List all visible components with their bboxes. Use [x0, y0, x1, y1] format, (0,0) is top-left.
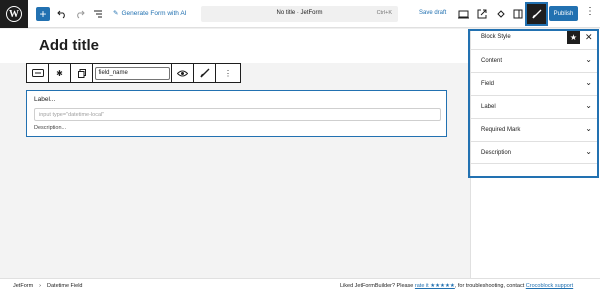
visibility-eye-icon[interactable]	[172, 64, 194, 82]
undo-icon[interactable]	[57, 6, 67, 22]
magic-wand-icon: ✎	[113, 10, 119, 17]
save-draft-button[interactable]: Save draft	[419, 10, 446, 16]
settings-sidebar-icon[interactable]	[513, 6, 523, 22]
field-name-cell: field_name	[93, 64, 172, 82]
datetime-input[interactable]: input type="datetime-local"	[34, 108, 441, 121]
required-asterisk-icon[interactable]: ✱	[49, 64, 71, 82]
chevron-right-icon: ›	[39, 283, 42, 289]
promo-text: Liked JetFormBuilder? Please	[340, 283, 415, 289]
generate-ai-button[interactable]: ✎ Generate Form with AI	[113, 9, 187, 18]
post-title-input[interactable]: Add title	[39, 37, 99, 54]
field-description[interactable]: Description...	[34, 125, 66, 131]
field-name-input[interactable]: field_name	[94, 66, 170, 80]
block-style-brush-button[interactable]	[525, 2, 548, 26]
top-toolbar: W + ✎ Generate Form with AI No title · J…	[0, 0, 600, 28]
datetime-field-block[interactable]: Label... input type="datetime-local" Des…	[26, 90, 447, 137]
sidebar-highlight	[468, 29, 599, 178]
editor-app: W + ✎ Generate Form with AI No title · J…	[0, 0, 600, 292]
command-palette[interactable]: No title · JetForm Ctrl+K	[201, 6, 398, 22]
publish-button[interactable]: Publish	[549, 6, 578, 21]
brush-icon	[531, 9, 541, 19]
breadcrumb-item[interactable]: Datetime Field	[47, 283, 82, 289]
rate-link[interactable]: rate it ★★★★★	[415, 283, 455, 289]
generate-ai-label: Generate Form with AI	[121, 9, 187, 17]
breadcrumb-item[interactable]: JetForm	[13, 283, 33, 289]
support-link[interactable]: Crocoblock support	[526, 283, 573, 289]
field-label[interactable]: Label...	[34, 96, 55, 103]
wordpress-logo-icon[interactable]: W	[0, 0, 28, 28]
copy-icon[interactable]	[71, 64, 93, 82]
breadcrumb: JetForm › Datetime Field	[13, 283, 82, 289]
style-brush-icon[interactable]	[194, 64, 216, 82]
redo-icon[interactable]	[75, 6, 85, 22]
more-options-icon[interactable]: ⋮	[585, 6, 595, 17]
footer-promo: Liked JetFormBuilder? Please rate it ★★★…	[340, 283, 573, 289]
datetime-block-icon[interactable]	[27, 64, 49, 82]
block-toolbar: ✱ field_name ⋮	[26, 63, 241, 83]
document-overview-icon[interactable]	[93, 6, 103, 22]
promo-text: , for troubleshooting, contact	[454, 283, 526, 289]
shortcut-hint: Ctrl+K	[376, 10, 392, 16]
preview-device-icon[interactable]	[458, 6, 469, 22]
editor-canvas: Add title ✱ field_name ⋮ Label... input	[0, 29, 470, 278]
block-options-icon[interactable]: ⋮	[216, 64, 240, 82]
document-title: No title · JetForm	[276, 10, 323, 16]
add-block-button[interactable]: +	[36, 7, 50, 21]
external-link-icon[interactable]	[477, 6, 487, 22]
jetform-icon[interactable]	[496, 6, 506, 22]
status-footer: JetForm › Datetime Field Liked JetFormBu…	[0, 278, 600, 292]
